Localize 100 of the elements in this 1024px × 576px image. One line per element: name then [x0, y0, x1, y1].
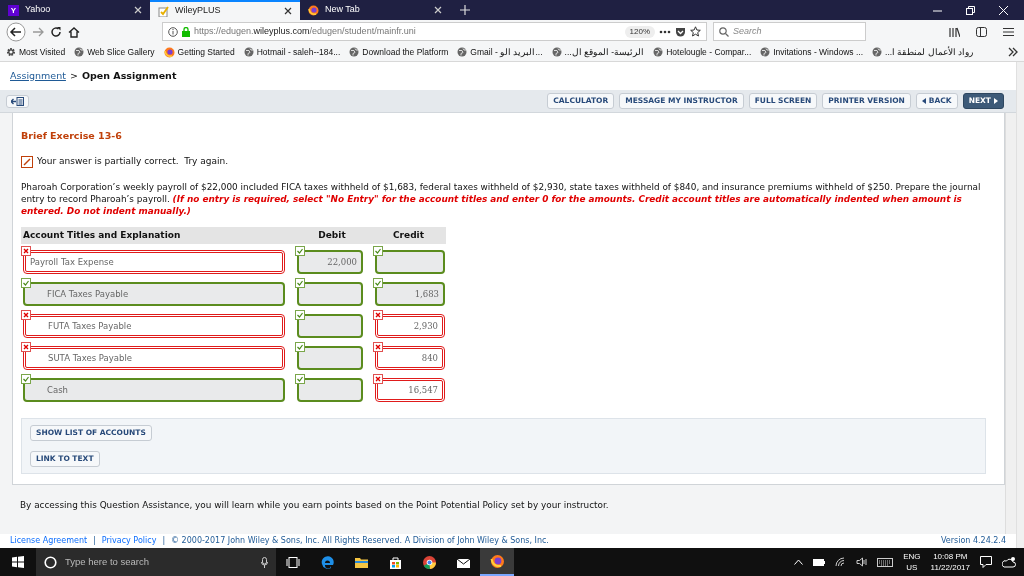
collapse-icon: [11, 96, 24, 106]
bookmark[interactable]: Most Visited: [6, 45, 66, 59]
account-field[interactable]: Payroll Tax Expense: [23, 249, 285, 274]
bookmark[interactable]: Hotmail - saleh--184...: [243, 45, 341, 59]
pencil-icon: [21, 156, 33, 168]
notification-icon[interactable]: [980, 556, 992, 568]
windows-logo-icon[interactable]: [12, 556, 24, 568]
clock[interactable]: 10:08 PM 11/22/2017: [930, 551, 970, 573]
footer-separator: |: [162, 535, 166, 547]
globe-icon: [551, 47, 562, 57]
debit-field[interactable]: [297, 377, 363, 402]
yahoo-logo: Y: [8, 4, 19, 16]
lock-icon: [182, 26, 190, 37]
bookmark[interactable]: Web Slice Gallery: [74, 45, 155, 59]
bookmark[interactable]: Download the Platform: [349, 45, 449, 59]
task-view-icon[interactable]: [286, 556, 300, 568]
pocket-icon[interactable]: [675, 26, 686, 37]
url-text: https://edugen.wileyplus.com/edugen/student/mainfr.uni: [194, 24, 416, 38]
feedback-text: Your answer is partially correct. Try again.: [37, 155, 229, 169]
breadcrumb-current: Open Assignment: [81, 68, 177, 83]
url-field[interactable]: https://edugen.wileyplus.com/edugen/student/mainfr.uni 120%: [162, 22, 707, 41]
search-field[interactable]: Search: [713, 22, 866, 41]
debit-field[interactable]: 22,000: [297, 249, 363, 274]
footer-link[interactable]: Privacy Policy: [101, 535, 157, 547]
globe-icon: [74, 47, 85, 57]
debit-field[interactable]: [297, 281, 363, 306]
back-icon[interactable]: [6, 21, 26, 42]
breadcrumb-link[interactable]: Assignment: [10, 68, 66, 84]
bookmark[interactable]: Hotelougle - Compar...: [653, 45, 752, 59]
account-field[interactable]: Cash: [23, 377, 285, 402]
restore-icon[interactable]: [966, 5, 975, 15]
wifi-icon[interactable]: [835, 557, 847, 567]
battery-icon[interactable]: [813, 558, 826, 566]
globe-icon: [872, 47, 882, 57]
close-icon[interactable]: [284, 7, 292, 15]
bookmark[interactable]: الرئيسة- الموقع ال...: [551, 45, 645, 59]
collapse-menu-button[interactable]: [6, 94, 29, 108]
problem-text: Pharoah Corporation’s weekly payroll of $22,000 included FICA taxes withheld of $1,683, federal taxes withheld of $2,930, state taxes withheld of $840, and insurance premiums withheld of $250. Prepare the journal entry to record Pharoah’s payroll. (If no entry is required, select "No Entry" for the account titles and enter 0 for the amounts. Credit account titles are automatically indented when amount is entered. Do not indent manually.): [21, 180, 982, 217]
column-header: Credit: [392, 228, 425, 242]
store-icon: [387, 554, 403, 570]
globe-icon: [243, 47, 254, 57]
credit-field[interactable]: 2,930: [375, 313, 445, 338]
account-field[interactable]: FICA Taxes Payable: [23, 281, 285, 306]
globe-icon: [653, 47, 664, 57]
taskbar-search-field[interactable]: Type here to search: [36, 548, 276, 576]
caret-icon: [921, 98, 926, 104]
credit-field[interactable]: 840: [375, 345, 445, 370]
reload-icon[interactable]: [50, 25, 62, 38]
firefox-icon: [489, 553, 505, 569]
keyboard-icon[interactable]: [877, 557, 894, 567]
weather-icon[interactable]: [1002, 556, 1016, 568]
info-icon[interactable]: [168, 26, 178, 37]
star-icon[interactable]: [690, 26, 701, 37]
more-icon[interactable]: [659, 29, 671, 34]
sidebar-icon[interactable]: [976, 26, 987, 37]
version-text: Version 4.24.2.4: [940, 535, 1006, 547]
browser-tab[interactable]: New Tab: [300, 0, 450, 20]
taskbar-app[interactable]: [480, 548, 514, 576]
account-field[interactable]: FUTA Taxes Payable: [23, 313, 285, 338]
library-icon[interactable]: [949, 26, 960, 37]
credit-field[interactable]: 1,683: [375, 281, 445, 306]
edge-icon: [319, 554, 335, 570]
column-header: Debit: [317, 228, 347, 242]
globe-icon: [457, 47, 468, 57]
page-icon: [158, 5, 169, 17]
debit-field[interactable]: [297, 313, 363, 338]
debit-field[interactable]: [297, 345, 363, 370]
bookmark[interactable]: Invitations - Windows ...: [760, 45, 863, 59]
gear-icon: [6, 47, 16, 57]
search-circle-icon: [44, 555, 57, 569]
home-icon[interactable]: [68, 25, 80, 38]
chrome-icon: [421, 554, 437, 570]
assistance-note: By accessing this Question Assistance, you will learn while you earn points based on the Point Potential Policy set by your instructor.: [19, 498, 610, 512]
bookmark[interactable]: رواد الأعمال لمنطقة ا...: [872, 45, 974, 59]
chevron-icon[interactable]: [1008, 47, 1018, 57]
browser-tab[interactable]: WileyPLUS: [150, 0, 300, 20]
zoom-level[interactable]: 120%: [624, 25, 655, 38]
search-icon: [719, 26, 729, 37]
globe-icon: [349, 47, 360, 57]
firefox-icon: [163, 46, 175, 58]
credit-field[interactable]: [375, 249, 445, 274]
column-header: Account Titles and Explanation: [22, 228, 182, 242]
browser-tab[interactable]: Y Yahoo: [0, 0, 150, 20]
microphone-icon: [261, 556, 268, 568]
bookmark[interactable]: Gmail - البريد الو...: [457, 45, 543, 59]
forward-icon[interactable]: [32, 25, 44, 38]
account-field[interactable]: SUTA Taxes Payable: [23, 345, 285, 370]
language-indicator[interactable]: ENG US: [903, 551, 921, 573]
globe-icon: [760, 47, 771, 57]
menu-icon[interactable]: [1003, 26, 1014, 37]
breadcrumb-separator: >: [69, 68, 78, 83]
bookmark[interactable]: Getting Started: [163, 45, 235, 59]
chevron-up-icon[interactable]: [794, 559, 804, 565]
new-tab-icon[interactable]: [460, 5, 470, 15]
credit-field[interactable]: 16,547: [375, 377, 445, 402]
footer-separator: |: [93, 535, 96, 547]
speaker-icon[interactable]: [856, 557, 868, 567]
scrollbar[interactable]: [1016, 62, 1024, 548]
scrollbar[interactable]: [1005, 113, 1016, 534]
footer-link[interactable]: License Agreement: [10, 535, 88, 547]
